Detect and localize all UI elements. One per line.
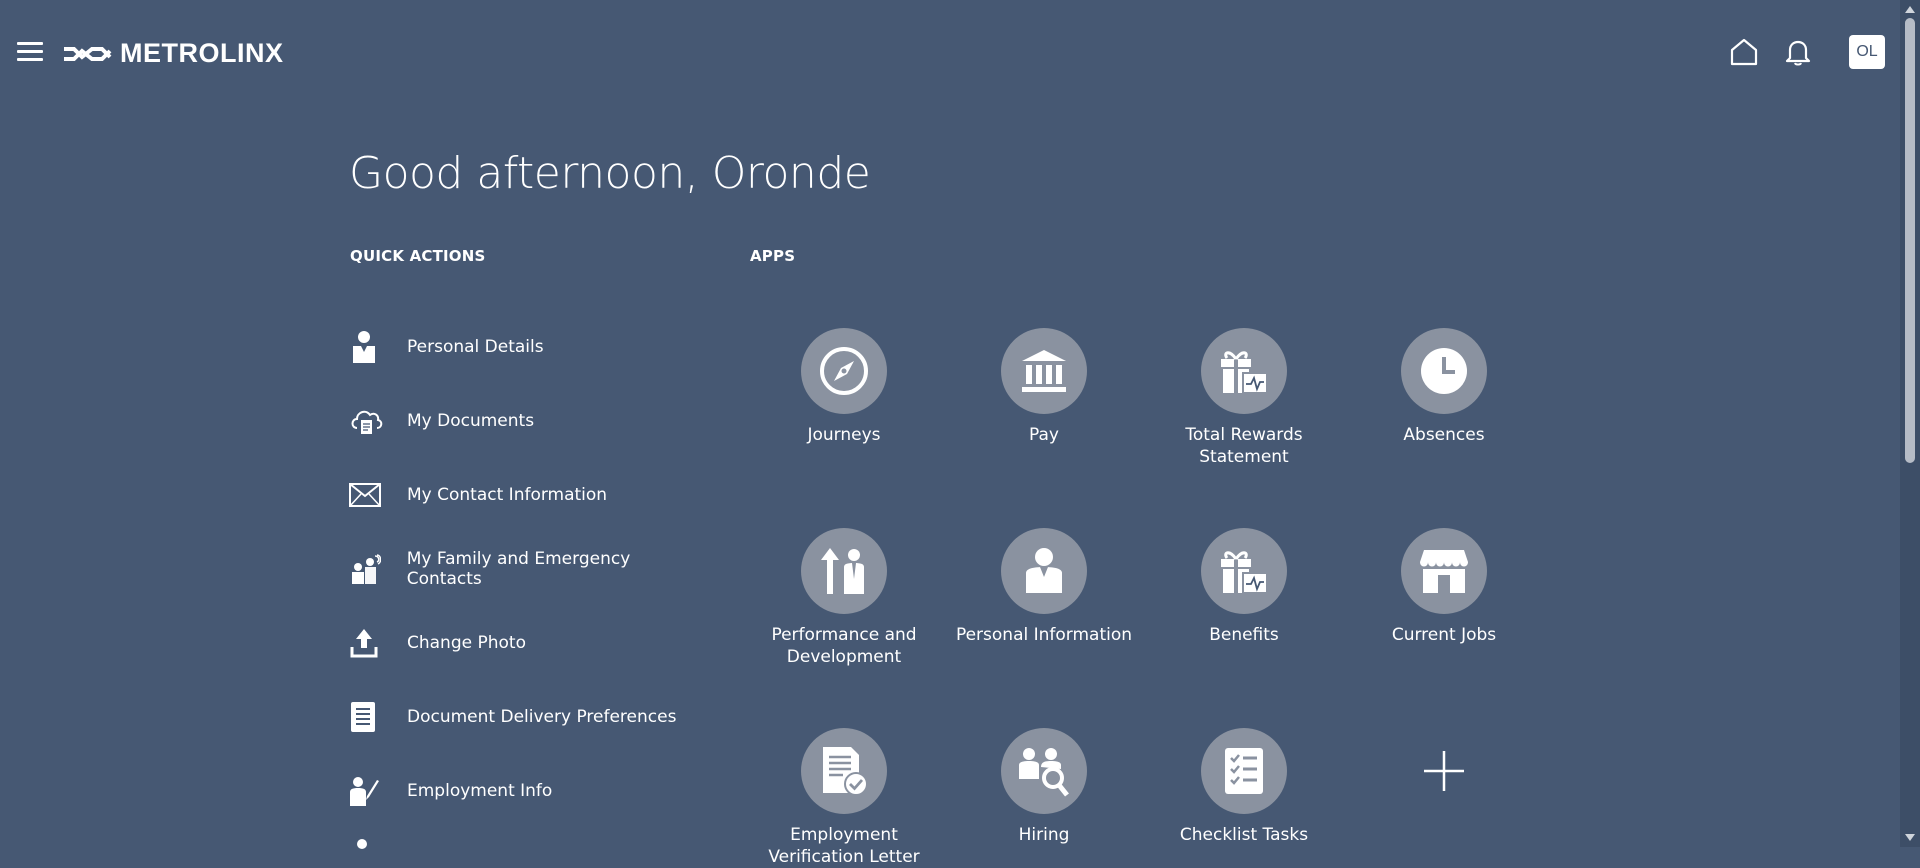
person-badge-icon [349, 325, 393, 369]
quick-action-contact-information[interactable]: My Contact Information [349, 458, 709, 532]
home-icon[interactable] [1726, 34, 1762, 70]
app-label: Personal Information [955, 625, 1133, 645]
plus-icon [1401, 728, 1487, 814]
top-bar: METROLINX OL [0, 0, 1900, 104]
upload-icon [349, 621, 393, 665]
quick-action-label: Change Photo [407, 633, 526, 653]
metrolinx-logo[interactable]: METROLINX [62, 38, 284, 69]
app-journeys[interactable]: Journeys [744, 328, 944, 446]
app-employment-verification-letter[interactable]: Employment Verification Letter [744, 728, 944, 868]
scroll-down-icon[interactable] [1905, 834, 1915, 841]
apps-heading: APPS [750, 247, 796, 265]
app-label: Pay [1029, 425, 1059, 445]
app-personal-information[interactable]: Personal Information [944, 528, 1144, 646]
add-app-button[interactable] [1344, 728, 1544, 814]
document-icon [349, 695, 393, 739]
app-label: Checklist Tasks [1179, 825, 1309, 845]
gift-chart-icon [1201, 528, 1287, 614]
quick-action-label: My Contact Information [407, 485, 608, 505]
clock-icon [1401, 328, 1487, 414]
quick-actions-list: Personal Details My Documents My Contact… [349, 310, 709, 858]
app-absences[interactable]: Absences [1344, 328, 1544, 446]
metrolinx-wave-icon [64, 46, 112, 61]
person-edit-icon [349, 769, 393, 813]
app-current-jobs[interactable]: Current Jobs [1344, 528, 1544, 646]
hamburger-menu-icon[interactable] [17, 42, 43, 62]
page-greeting: Good afternoon, Oronde [349, 148, 871, 199]
quick-action-personal-details[interactable]: Personal Details [349, 310, 709, 384]
document-check-icon [801, 728, 887, 814]
quick-action-employment-info[interactable]: Employment Info [349, 754, 709, 828]
quick-action-label: Employment Info [407, 781, 553, 801]
quick-action-label: Personal Details [407, 337, 544, 357]
app-benefits[interactable]: Benefits [1144, 528, 1344, 646]
app-label: Benefits [1209, 625, 1279, 645]
compass-icon [801, 328, 887, 414]
quick-action-document-delivery-preferences[interactable]: Document Delivery Preferences [349, 680, 709, 754]
user-avatar[interactable]: OL [1849, 35, 1885, 69]
quick-action-my-documents[interactable]: My Documents [349, 384, 709, 458]
logo-text: METROLINX [120, 38, 284, 68]
app-checklist-tasks[interactable]: Checklist Tasks [1144, 728, 1344, 846]
bank-icon [1001, 328, 1087, 414]
scroll-up-icon[interactable] [1905, 6, 1915, 13]
app-pay[interactable]: Pay [944, 328, 1144, 446]
person-icon [1001, 528, 1087, 614]
quick-action-family-emergency-contacts[interactable]: My Family and Emergency Contacts [349, 532, 709, 606]
app-label: Performance and Development [771, 625, 917, 667]
family-icon [349, 547, 393, 591]
app-label: Employment Verification Letter [768, 825, 920, 867]
app-label: Current Jobs [1391, 625, 1497, 645]
quick-action-partial[interactable] [349, 828, 709, 858]
quick-action-change-photo[interactable]: Change Photo [349, 606, 709, 680]
app-label: Absences [1403, 425, 1485, 445]
scrollbar-thumb[interactable] [1905, 18, 1915, 463]
app-label: Journeys [807, 425, 881, 445]
cloud-document-icon [349, 399, 393, 443]
gift-chart-icon [1201, 328, 1287, 414]
people-search-icon [1001, 728, 1087, 814]
quick-action-label: My Documents [407, 411, 535, 431]
quick-action-label: My Family and Emergency Contacts [406, 549, 631, 589]
app-performance-development[interactable]: Performance and Development [744, 528, 944, 668]
growth-person-icon [801, 528, 887, 614]
app-label: Hiring [1018, 825, 1070, 845]
storefront-icon [1401, 528, 1487, 614]
app-hiring[interactable]: Hiring [944, 728, 1144, 846]
envelope-icon [349, 473, 393, 517]
checklist-icon [1201, 728, 1287, 814]
quick-actions-heading: QUICK ACTIONS [350, 247, 486, 265]
quick-action-label: Document Delivery Preferences [407, 707, 677, 727]
bell-icon[interactable] [1780, 34, 1816, 70]
vertical-scrollbar[interactable] [1900, 0, 1920, 847]
app-total-rewards-statement[interactable]: Total Rewards Statement [1144, 328, 1344, 468]
app-label: Total Rewards Statement [1185, 425, 1303, 467]
person-icon [349, 828, 393, 858]
